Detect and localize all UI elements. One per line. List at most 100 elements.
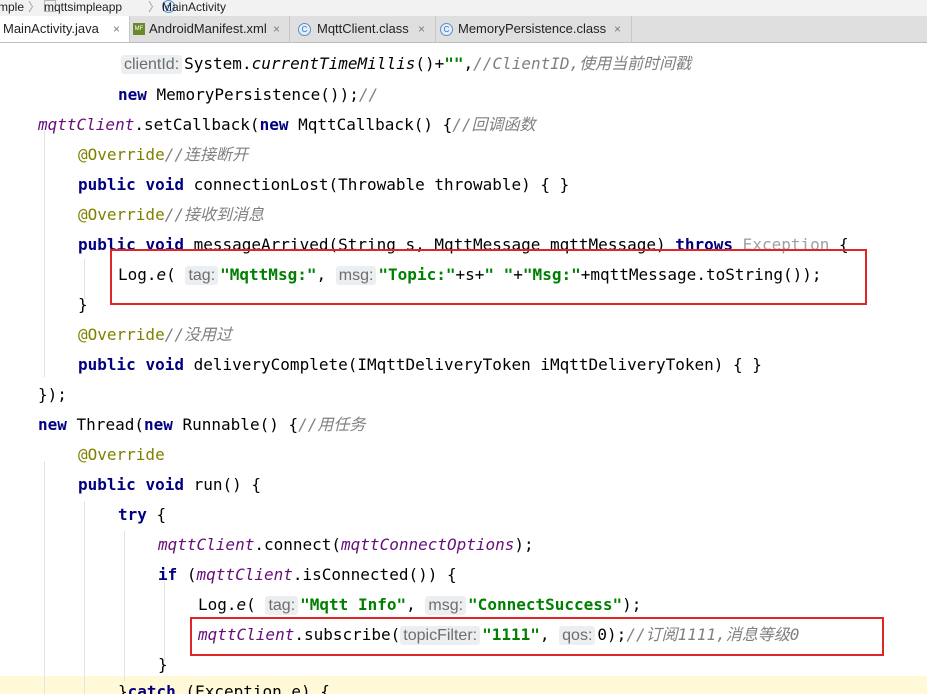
code-token: } (118, 682, 128, 694)
indent-guide (44, 131, 45, 377)
code-token: e (236, 595, 247, 614)
code-token: (Exception e) { (175, 682, 330, 694)
code-token: new (143, 415, 173, 434)
highlight-box-subscribe (190, 617, 884, 656)
code-token: currentTimeMillis (251, 54, 416, 73)
code-line[interactable]: @Override//没用过 (78, 324, 232, 346)
code-token: { (146, 505, 167, 524)
breadcrumb-separator: 〉 (148, 0, 161, 14)
breadcrumb-module-label: mqttsimpleapp (44, 0, 123, 14)
code-line[interactable]: Log.e( tag: "Mqtt Info", msg: "ConnectSucc… (198, 594, 641, 616)
code-token: MqttCallback() { (288, 115, 453, 134)
tab-label: AndroidManifest.xml (149, 21, 267, 36)
code-token: } (78, 295, 88, 314)
indent-guide (84, 501, 85, 694)
code-line[interactable]: public void deliveryComplete(IMqttDelive… (78, 354, 762, 376)
code-comment: //用任务 (298, 415, 366, 434)
code-token: ); (622, 595, 642, 614)
code-token: mqttClient (38, 115, 135, 134)
code-line[interactable]: new Thread(new Runnable() {//用任务 (38, 414, 365, 436)
code-token: void (145, 475, 184, 494)
code-token: , (406, 595, 426, 614)
code-token: Log. (198, 595, 237, 614)
highlight-box-message-log (110, 249, 867, 305)
breadcrumb-project[interactable]: mple (0, 0, 24, 15)
code-token: @Override (78, 445, 165, 464)
parameter-hint: tag: (265, 596, 299, 615)
tab-mqtt-client[interactable]: C MqttClient.class × (290, 16, 436, 42)
code-token: System. (184, 54, 252, 73)
breadcrumb-separator: 〉 (28, 0, 41, 14)
indent-guide (124, 531, 125, 681)
code-token: try (118, 505, 147, 524)
code-line[interactable]: @Override//连接断开 (78, 144, 248, 166)
code-token: catch (127, 682, 176, 694)
close-icon[interactable]: × (113, 16, 120, 42)
code-token: public (78, 175, 136, 194)
code-token: } (158, 655, 168, 674)
code-token: @Override (78, 205, 165, 224)
code-editor[interactable]: clientId: System.currentTimeMillis()+"",/… (0, 43, 927, 694)
editor-tab-bar: MainActivity.java × MF AndroidManifest.x… (0, 16, 927, 43)
code-line[interactable]: }catch (Exception e) { (118, 681, 330, 694)
code-token: ( (246, 595, 256, 614)
code-token: mqttClient (158, 535, 255, 554)
code-token: @Override (78, 145, 165, 164)
code-token: .isConnected()) { (292, 565, 457, 584)
code-line[interactable]: mqttClient.setCallback(new MqttCallback(… (38, 114, 536, 136)
code-line[interactable]: try { (118, 504, 166, 526)
code-token: ()+ (415, 54, 445, 73)
code-token: void (145, 175, 184, 194)
code-line[interactable]: } (78, 294, 88, 316)
code-comment: //ClientID,使用当前时间戳 (473, 54, 692, 73)
close-icon[interactable]: × (273, 16, 280, 42)
code-token: Thread( (66, 415, 144, 434)
code-line[interactable]: mqttClient.connect(mqttConnectOptions); (158, 534, 534, 556)
code-line[interactable]: public void run() { (78, 474, 261, 496)
code-token: public (78, 355, 136, 374)
tab-label: MqttClient.class (317, 21, 409, 36)
code-line[interactable]: @Override (78, 444, 165, 466)
code-token: }); (38, 385, 67, 404)
code-token: public (78, 475, 136, 494)
code-token: @Override (78, 325, 165, 344)
code-token: mqttClient (196, 565, 293, 584)
close-icon[interactable]: × (418, 16, 425, 42)
code-comment: // (358, 85, 379, 104)
breadcrumb: mple 〉 mqttsimpleapp 〉 C MainActivity (0, 0, 927, 16)
parameter-hint: msg: (425, 596, 467, 615)
tab-android-manifest[interactable]: MF AndroidManifest.xml × (130, 16, 290, 42)
code-token: ); (514, 535, 534, 554)
code-line[interactable]: } (158, 654, 168, 676)
code-token: run() { (183, 475, 262, 494)
tab-label: MainActivity.java (3, 21, 99, 36)
code-token: new (38, 415, 67, 434)
code-token: .setCallback( (134, 115, 260, 134)
tab-memory-persistence[interactable]: C MemoryPersistence.class × (436, 16, 632, 42)
code-token: if (158, 565, 178, 584)
code-line[interactable]: if (mqttClient.isConnected()) { (158, 564, 457, 586)
code-line[interactable]: @Override//接收到消息 (78, 204, 264, 226)
code-token: "ConnectSuccess" (468, 595, 623, 614)
code-line[interactable]: new MemoryPersistence());// (118, 84, 378, 106)
indent-guide (44, 461, 45, 694)
indent-guide (84, 259, 85, 299)
code-comment: //接收到消息 (164, 205, 264, 224)
code-token: void (145, 355, 184, 374)
breadcrumb-class-label: MainActivity (162, 0, 227, 14)
code-line[interactable]: }); (38, 384, 67, 406)
code-comment: //没用过 (164, 325, 232, 344)
code-comment: //连接断开 (164, 145, 248, 164)
code-token: Runnable() { (172, 415, 299, 434)
code-line[interactable]: clientId: System.currentTimeMillis()+"",/… (121, 53, 691, 75)
code-line[interactable]: public void connectionLost(Throwable thr… (78, 174, 569, 196)
code-token: ( (177, 565, 197, 584)
code-token: deliveryComplete(IMqttDeliveryToken iMqt… (183, 355, 762, 374)
class-file-icon: C (298, 23, 311, 36)
close-icon[interactable]: × (614, 16, 621, 42)
code-comment: //回调函数 (452, 115, 536, 134)
code-token: "" (444, 54, 464, 73)
tab-main-activity[interactable]: MainActivity.java × (0, 16, 130, 42)
code-token: new (118, 85, 147, 104)
code-token: .connect( (254, 535, 342, 554)
